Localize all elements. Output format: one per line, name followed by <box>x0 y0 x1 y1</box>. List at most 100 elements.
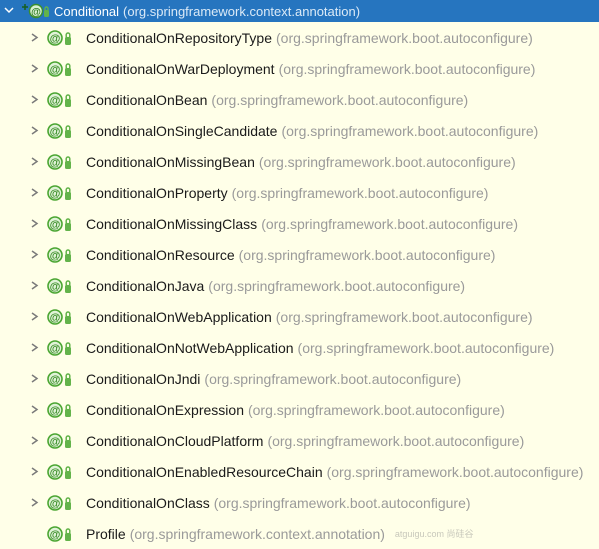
tree-child-row[interactable]: @ ConditionalOnWarDeployment (org.springf… <box>0 53 599 84</box>
annotation-icon: @ <box>46 401 80 419</box>
class-package: (org.springframework.boot.autoconfigure) <box>281 123 538 139</box>
annotation-icon: @ <box>46 122 80 140</box>
tree-child-row[interactable]: @ConditionalOnSingleCandidate (org.sprin… <box>0 115 599 146</box>
svg-text:@: @ <box>50 343 61 355</box>
class-package: (org.springframework.boot.autoconfigure) <box>298 340 555 356</box>
svg-text:@: @ <box>31 7 41 18</box>
annotation-icon: @ <box>46 525 80 543</box>
chevron-right-icon[interactable] <box>28 188 40 197</box>
chevron-right-icon[interactable] <box>28 33 40 42</box>
chevron-right-icon[interactable] <box>28 405 40 414</box>
annotation-icon: @ <box>46 308 80 326</box>
tree-child-row[interactable]: @ConditionalOnResource (org.springframew… <box>0 239 599 270</box>
tree-child-row[interactable]: @ ConditionalOnNotWebApplication (org.spr… <box>0 332 599 363</box>
annotation-icon: @ <box>46 60 80 78</box>
chevron-right-icon[interactable] <box>28 498 40 507</box>
class-package: (org.springframework.boot.autoconfigure) <box>279 61 536 77</box>
class-package: (org.springframework.boot.autoconfigure) <box>276 30 533 46</box>
leaf-spacer <box>28 528 40 540</box>
class-package: (org.springframework.context.annotation) <box>130 526 385 542</box>
class-package: (org.springframework.boot.autoconfigure) <box>232 185 489 201</box>
annotation-icon: @ <box>46 215 80 233</box>
annotation-icon: @ <box>46 463 80 481</box>
tree-child-row[interactable]: @ Profile (org.springframework.context.an… <box>0 518 599 549</box>
svg-text:@: @ <box>50 126 61 138</box>
chevron-right-icon[interactable] <box>28 64 40 73</box>
class-package: (org.springframework.boot.autoconfigure) <box>259 154 516 170</box>
chevron-down-icon <box>4 5 14 18</box>
class-package: (org.springframework.boot.autoconfigure) <box>204 371 461 387</box>
chevron-right-icon[interactable] <box>28 157 40 166</box>
tree-child-row[interactable]: @ConditionalOnProperty (org.springframew… <box>0 177 599 208</box>
class-package: (org.springframework.boot.autoconfigure) <box>327 464 584 480</box>
chevron-right-icon[interactable] <box>28 343 40 352</box>
chevron-right-icon[interactable] <box>28 374 40 383</box>
tree-child-row[interactable]: @ ConditionalOnMissingBean (org.springfra… <box>0 146 599 177</box>
tree-child-row[interactable]: @ ConditionalOnJndi (org.springframework.… <box>0 363 599 394</box>
watermark: atguigu.com 尚硅谷 <box>395 527 474 540</box>
annotation-icon: @ <box>46 494 80 512</box>
tree-child-row[interactable]: @ ConditionalOnExpression (org.springfram… <box>0 394 599 425</box>
class-name: ConditionalOnCloudPlatform <box>86 433 263 449</box>
class-name: ConditionalOnNotWebApplication <box>86 340 294 356</box>
class-name: ConditionalOnExpression <box>86 402 244 418</box>
chevron-right-icon[interactable] <box>28 219 40 228</box>
class-name: ConditionalOnBean <box>86 92 207 108</box>
annotation-icon: @ <box>46 370 80 388</box>
class-package: (org.springframework.boot.autoconfigure) <box>261 216 518 232</box>
class-name: Conditional <box>54 4 119 19</box>
svg-text:@: @ <box>50 64 61 76</box>
chevron-right-icon[interactable] <box>28 281 40 290</box>
chevron-right-icon[interactable] <box>28 126 40 135</box>
svg-text:@: @ <box>50 33 61 45</box>
class-package: (org.springframework.boot.autoconfigure) <box>267 433 524 449</box>
annotation-icon: @ <box>46 29 80 47</box>
class-package: (org.springframework.context.annotation) <box>123 4 360 19</box>
tree-child-row[interactable]: @ ConditionalOnMissingClass (org.springfr… <box>0 208 599 239</box>
tree-child-row[interactable]: @ConditionalOnRepositoryType (org.spring… <box>0 22 599 53</box>
chevron-right-icon[interactable] <box>28 250 40 259</box>
tree-child-row[interactable]: @ ConditionalOnBean (org.springframework.… <box>0 84 599 115</box>
annotation-icon: @ <box>46 339 80 357</box>
annotation-icon: @ <box>46 246 80 264</box>
svg-text:@: @ <box>50 157 61 169</box>
class-package: (org.springframework.boot.autoconfigure) <box>208 278 465 294</box>
tree-child-row[interactable]: @ConditionalOnWebApplication (org.spring… <box>0 301 599 332</box>
class-name: Profile <box>86 526 126 542</box>
class-package: (org.springframework.boot.autoconfigure) <box>248 402 505 418</box>
svg-text:@: @ <box>50 188 61 200</box>
class-name: ConditionalOnMissingBean <box>86 154 255 170</box>
class-name: ConditionalOnClass <box>86 495 210 511</box>
svg-text:@: @ <box>50 374 61 386</box>
tree-child-row[interactable]: @ ConditionalOnCloudPlatform (org.springf… <box>0 425 599 456</box>
class-package: (org.springframework.boot.autoconfigure) <box>211 92 468 108</box>
annotation-icon: @ <box>46 153 80 171</box>
svg-text:@: @ <box>50 219 61 231</box>
chevron-right-icon[interactable] <box>28 467 40 476</box>
tree-child-row[interactable]: @ ConditionalOnJava (org.springframework.… <box>0 270 599 301</box>
svg-text:@: @ <box>50 405 61 417</box>
tree-child-row[interactable]: @ConditionalOnEnabledResourceChain (org.… <box>0 456 599 487</box>
annotation-icon: @ <box>46 432 80 450</box>
annotation-icon: @ <box>46 184 80 202</box>
tree-root-row[interactable]: @ Conditional (org.springframework.conte… <box>0 0 599 22</box>
tree-child-row[interactable]: @ConditionalOnClass (org.springframework… <box>0 487 599 518</box>
chevron-right-icon[interactable] <box>28 312 40 321</box>
class-name: ConditionalOnJava <box>86 278 204 294</box>
svg-text:@: @ <box>50 281 61 293</box>
svg-text:@: @ <box>50 529 61 541</box>
annotation-overridden-icon: @ <box>20 3 50 19</box>
class-name: ConditionalOnMissingClass <box>86 216 257 232</box>
chevron-right-icon[interactable] <box>28 436 40 445</box>
class-name: ConditionalOnJndi <box>86 371 200 387</box>
class-name: ConditionalOnWarDeployment <box>86 61 275 77</box>
annotation-icon: @ <box>46 91 80 109</box>
class-name: ConditionalOnResource <box>86 247 235 263</box>
svg-text:@: @ <box>50 467 61 479</box>
svg-text:@: @ <box>50 250 61 262</box>
class-name: ConditionalOnWebApplication <box>86 309 272 325</box>
svg-text:@: @ <box>50 436 61 448</box>
svg-text:@: @ <box>50 95 61 107</box>
chevron-right-icon[interactable] <box>28 95 40 104</box>
svg-text:@: @ <box>50 312 61 324</box>
